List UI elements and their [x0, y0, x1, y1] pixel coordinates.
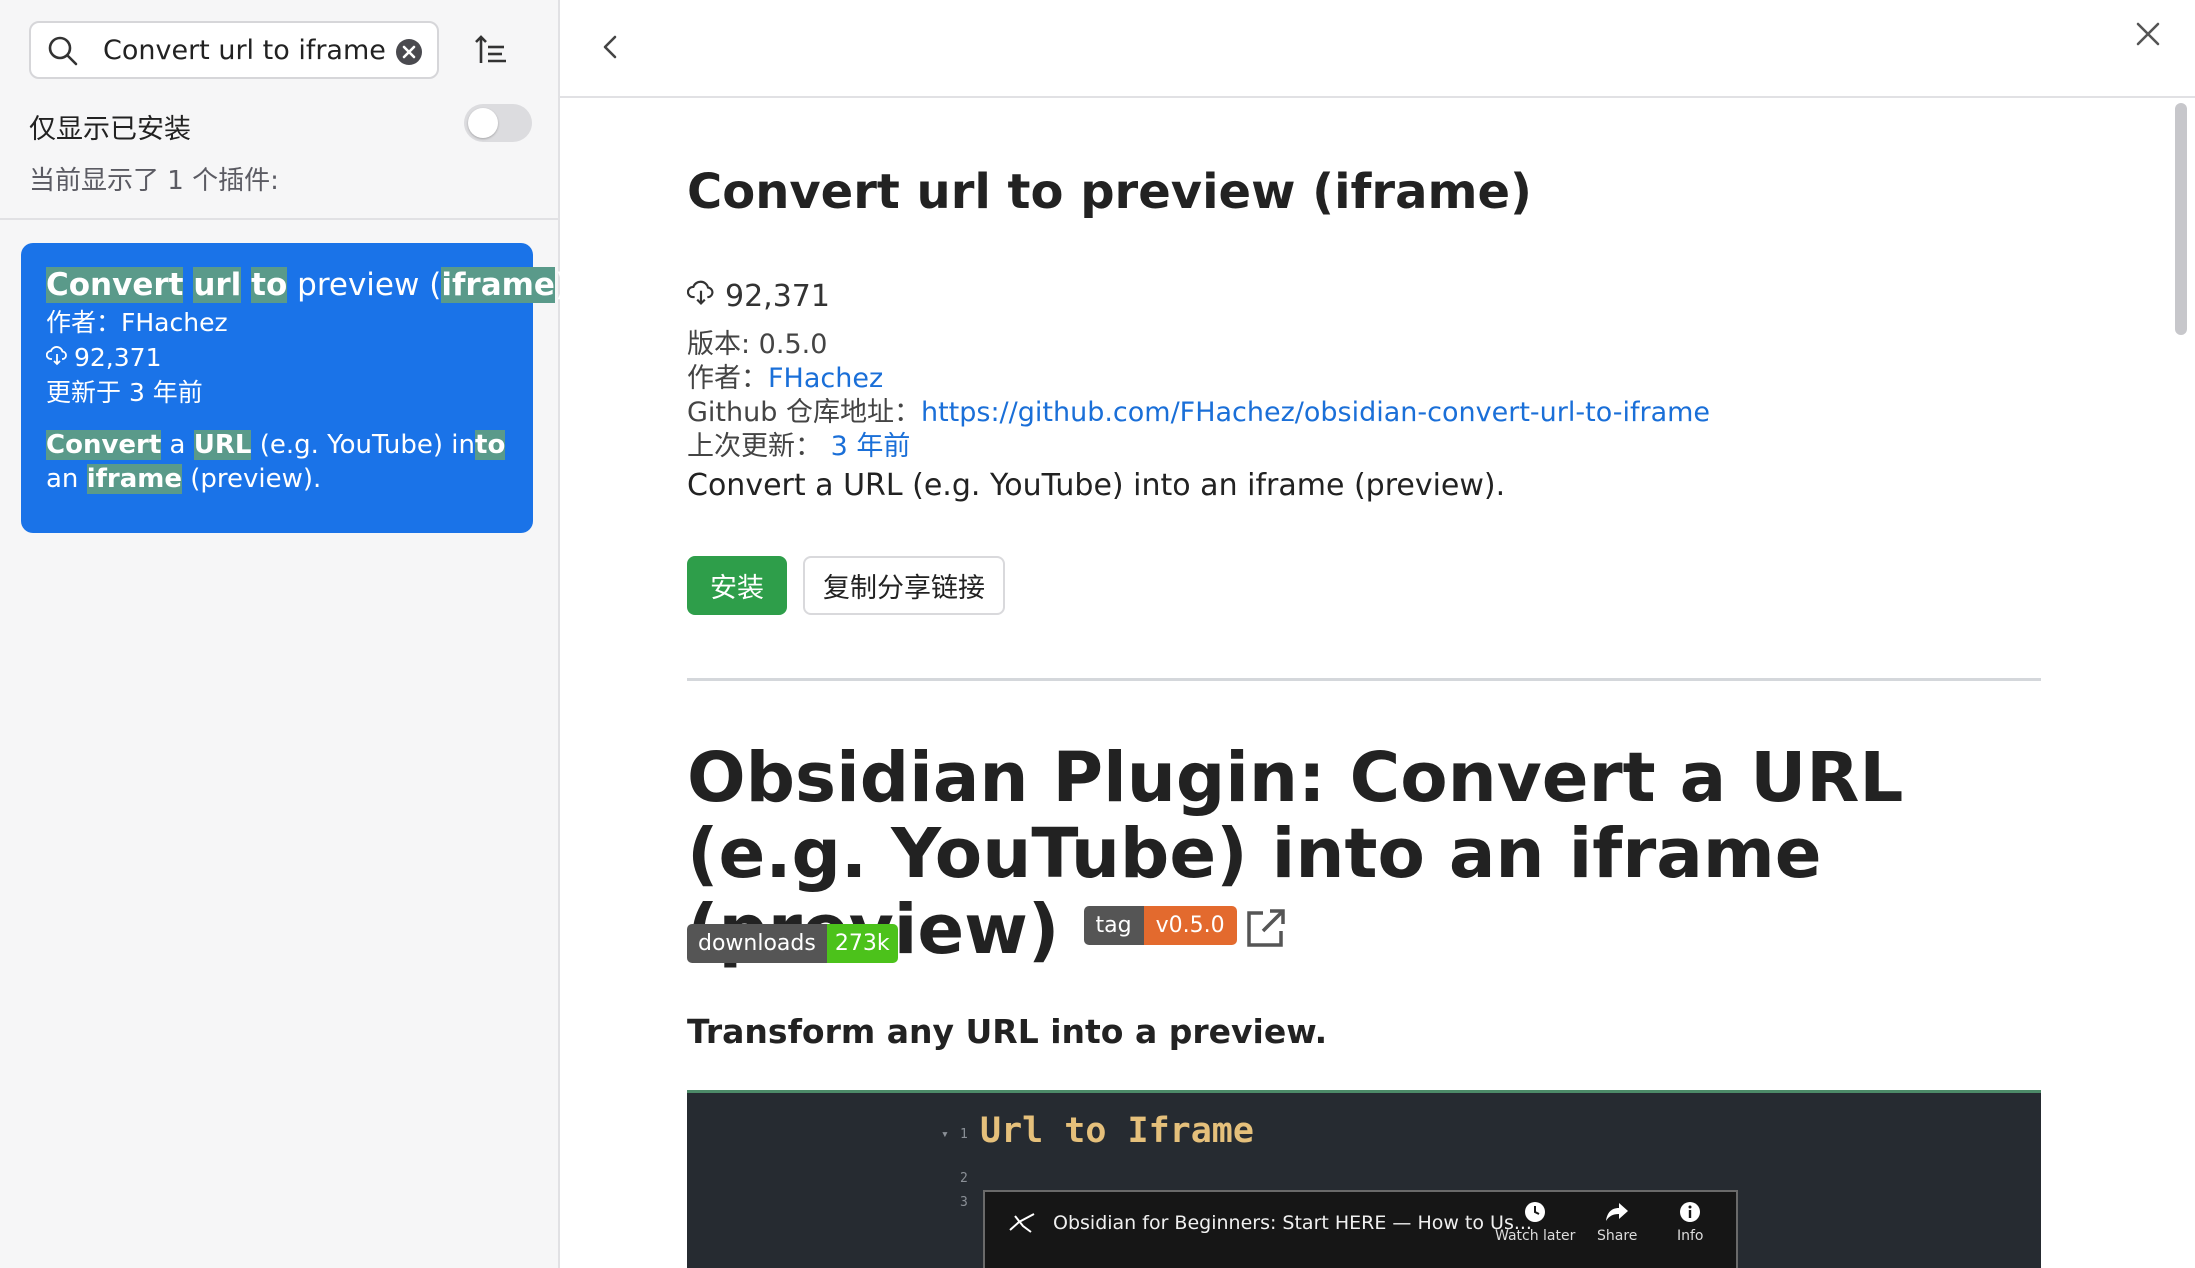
- preview-screenshot: ▾ 1 2 3 Url to Iframe Obsidian for Begin…: [687, 1090, 2041, 1268]
- sort-icon[interactable]: [474, 33, 508, 71]
- copy-share-link-button[interactable]: 复制分享链接: [803, 556, 1005, 615]
- readme-subheading: Transform any URL into a preview.: [687, 1012, 1328, 1051]
- updated-link[interactable]: 3 年前: [831, 431, 911, 462]
- plugin-card-description: Convert a URL (e.g. YouTube) into an ifra…: [46, 430, 506, 494]
- share-icon: [1604, 1200, 1630, 1228]
- download-icon: [687, 278, 715, 314]
- obsidian-logo-icon: [1007, 1210, 1037, 1240]
- line-number: 2: [960, 1171, 968, 1186]
- line-number: 3: [960, 1195, 968, 1210]
- preview-heading: Url to Iframe: [980, 1111, 1254, 1151]
- youtube-embed[interactable]: Obsidian for Beginners: Start HERE — How…: [983, 1190, 1738, 1268]
- download-count: 92,371: [687, 278, 830, 314]
- detail-top-bar: [560, 0, 2195, 98]
- search-icon: [47, 35, 79, 71]
- downloads-badge[interactable]: downloads 273k: [687, 924, 898, 963]
- tag-badge[interactable]: tag v0.5.0: [1083, 906, 1237, 946]
- scrollbar-thumb[interactable]: [2175, 103, 2187, 335]
- video-title: Obsidian for Beginners: Start HERE — How…: [1053, 1212, 1532, 1234]
- download-icon: [45, 340, 68, 375]
- plugin-card-author: 作者：FHachez: [46, 308, 228, 337]
- clear-icon[interactable]: [395, 38, 423, 70]
- installed-only-label: 仅显示已安装: [29, 114, 191, 145]
- line-number: 1: [960, 1127, 968, 1142]
- install-button[interactable]: 安装: [687, 556, 787, 615]
- search-box[interactable]: [29, 21, 439, 79]
- toggle-knob: [468, 108, 498, 138]
- plugin-card-downloads: 92,371: [45, 340, 161, 375]
- sidebar: 仅显示已安装 当前显示了 1 个插件: Convert url to previ…: [0, 0, 568, 1268]
- close-icon[interactable]: [2133, 19, 2163, 53]
- plugin-description: Convert a URL (e.g. YouTube) into an ifr…: [687, 468, 1506, 503]
- plugin-title: Convert url to preview (iframe): [687, 164, 1532, 220]
- watch-later-control[interactable]: Watch later: [1495, 1200, 1575, 1244]
- plugin-count-text: 当前显示了 1 个插件:: [29, 166, 279, 196]
- share-control[interactable]: Share: [1597, 1200, 1637, 1244]
- plugin-updated: 上次更新： 3 年前: [687, 431, 911, 462]
- clock-icon: [1523, 1200, 1547, 1228]
- content-divider: [687, 678, 2041, 681]
- installed-only-toggle[interactable]: [464, 104, 532, 142]
- plugin-card-updated: 更新于 3 年前: [46, 378, 203, 407]
- plugin-detail: Convert url to preview (iframe) 92,371 版…: [687, 98, 2043, 1268]
- fold-arrow-icon: ▾: [941, 1127, 949, 1142]
- plugin-card[interactable]: Convert url to preview (iframe) 作者：FHach…: [21, 243, 568, 533]
- external-link-icon[interactable]: [1243, 890, 1289, 966]
- search-input[interactable]: [103, 33, 403, 67]
- sidebar-divider: [0, 218, 558, 220]
- info-control[interactable]: Info: [1677, 1200, 1704, 1244]
- info-icon: [1678, 1200, 1702, 1228]
- plugin-card-title: Convert url to preview (iframe): [46, 267, 568, 303]
- back-icon[interactable]: [600, 33, 620, 65]
- github-link[interactable]: https://github.com/FHachez/obsidian-conv…: [921, 397, 1710, 428]
